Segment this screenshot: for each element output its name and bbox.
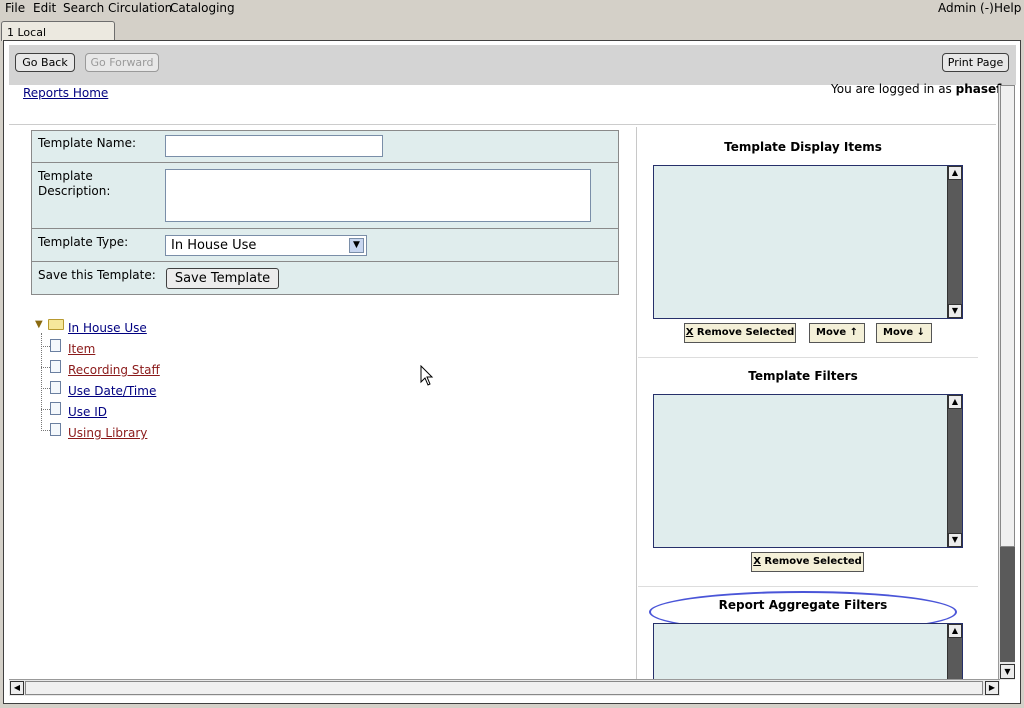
menu-circulation[interactable]: Circulation <box>108 1 172 15</box>
menubar: File Edit Search Circulation Cataloging … <box>0 0 1024 17</box>
save-template-row: Save this Template: Save Template <box>32 262 618 295</box>
remove-selected-filters-button[interactable]: X Remove Selected <box>751 552 864 572</box>
scroll-track[interactable] <box>1000 547 1015 662</box>
filters-scrollbar[interactable]: ▲ ▼ <box>947 395 962 547</box>
aggregate-filters-scrollbar[interactable]: ▲ <box>947 624 962 680</box>
filters-title: Template Filters <box>748 369 858 383</box>
display-items-list[interactable]: ▲ ▼ <box>653 165 963 319</box>
scroll-up-icon[interactable]: ▲ <box>948 395 962 409</box>
template-name-row: Template Name: <box>32 131 618 163</box>
login-prefix: You are logged in as <box>831 82 956 96</box>
scroll-up-icon[interactable]: ▲ <box>948 624 962 638</box>
template-description-row: Template Description: <box>32 163 618 229</box>
document-icon <box>50 402 61 415</box>
panel-separator <box>638 586 978 587</box>
save-template-button[interactable]: Save Template <box>166 268 279 289</box>
panel-separator <box>638 357 978 358</box>
remove-x-glyph: X <box>753 556 761 567</box>
save-template-label: Save this Template: <box>38 268 156 282</box>
template-form: Template Name: Template Description: Tem… <box>31 130 619 295</box>
template-description-textarea[interactable] <box>165 169 591 222</box>
tab-local-administration[interactable]: 1 Local Administration <box>1 21 115 52</box>
template-name-input[interactable] <box>165 135 383 157</box>
go-back-button[interactable]: Go Back <box>15 53 75 72</box>
remove-selected-display-button[interactable]: X Remove Selected <box>684 323 796 343</box>
tree-item-use-id[interactable]: Use ID <box>68 405 107 419</box>
main-horizontal-scrollbar[interactable]: ◀ ▶ <box>9 679 1000 696</box>
toolbar: Go Back Go Forward Print Page <box>9 45 1016 85</box>
scroll-down-icon[interactable]: ▼ <box>1000 664 1015 679</box>
document-icon <box>50 360 61 373</box>
scroll-down-icon[interactable]: ▼ <box>948 304 962 318</box>
menu-admin[interactable]: Admin (-) <box>938 1 994 15</box>
filters-list[interactable]: ▲ ▼ <box>653 394 963 548</box>
display-items-title: Template Display Items <box>724 140 882 154</box>
scroll-up-icon[interactable]: ▲ <box>948 166 962 180</box>
scroll-down-icon[interactable]: ▼ <box>948 533 962 547</box>
template-type-select[interactable]: In House Use ▼ <box>165 235 367 256</box>
tree-connector <box>41 388 50 389</box>
folder-open-icon <box>48 319 64 330</box>
document-icon <box>50 339 61 352</box>
move-down-button[interactable]: Move ↓ <box>876 323 932 343</box>
tree-root-in-house-use[interactable]: In House Use <box>68 321 147 335</box>
tree-connector <box>41 367 50 368</box>
expand-arrow-icon[interactable]: ▼ <box>35 319 43 330</box>
main-vertical-scrollbar[interactable]: ▼ <box>998 85 1015 680</box>
template-type-label: Template Type: <box>38 235 129 249</box>
login-status: You are logged in as phasefx <box>831 82 1009 96</box>
display-items-scrollbar[interactable]: ▲ ▼ <box>947 166 962 318</box>
menu-file[interactable]: File <box>5 1 25 15</box>
panel-divider <box>636 127 637 680</box>
tree-connector <box>41 346 50 347</box>
menu-search[interactable]: Search <box>63 1 104 15</box>
menu-edit[interactable]: Edit <box>33 1 56 15</box>
tree-connector <box>41 409 50 410</box>
reports-home-link[interactable]: Reports Home <box>23 86 108 100</box>
scroll-thumb[interactable] <box>25 681 983 695</box>
scroll-left-icon[interactable]: ◀ <box>10 681 24 695</box>
menu-help[interactable]: Help <box>994 1 1021 15</box>
tree-item-use-date-time[interactable]: Use Date/Time <box>68 384 156 398</box>
move-up-button[interactable]: Move ↑ <box>809 323 865 343</box>
aggregate-filters-list[interactable]: ▲ <box>653 623 963 680</box>
document-icon <box>50 423 61 436</box>
menu-cataloging[interactable]: Cataloging <box>170 1 235 15</box>
template-name-label: Template Name: <box>38 136 137 150</box>
tree-item-using-library[interactable]: Using Library <box>68 426 147 440</box>
aggregate-filters-title: Report Aggregate Filters <box>718 598 888 612</box>
document-icon <box>50 381 61 394</box>
tree-connector <box>41 430 50 431</box>
print-page-button[interactable]: Print Page <box>942 53 1009 72</box>
tree-connector <box>41 333 42 429</box>
tree-item-item[interactable]: Item <box>68 342 95 356</box>
go-forward-button[interactable]: Go Forward <box>85 53 159 72</box>
scroll-right-icon[interactable]: ▶ <box>985 681 999 695</box>
remove-selected-label: Remove Selected <box>764 556 862 567</box>
tree-item-recording-staff[interactable]: Recording Staff <box>68 363 160 377</box>
remove-x-glyph: X <box>685 327 694 338</box>
template-description-label: Template Description: <box>38 169 111 198</box>
scroll-thumb[interactable] <box>1000 85 1015 547</box>
remove-selected-label: Remove Selected <box>696 327 795 338</box>
chevron-down-icon[interactable]: ▼ <box>349 238 364 253</box>
template-type-row: Template Type: In House Use ▼ <box>32 229 618 262</box>
template-type-value: In House Use <box>171 238 257 253</box>
mouse-cursor-icon <box>420 365 434 386</box>
header-divider <box>9 124 996 125</box>
